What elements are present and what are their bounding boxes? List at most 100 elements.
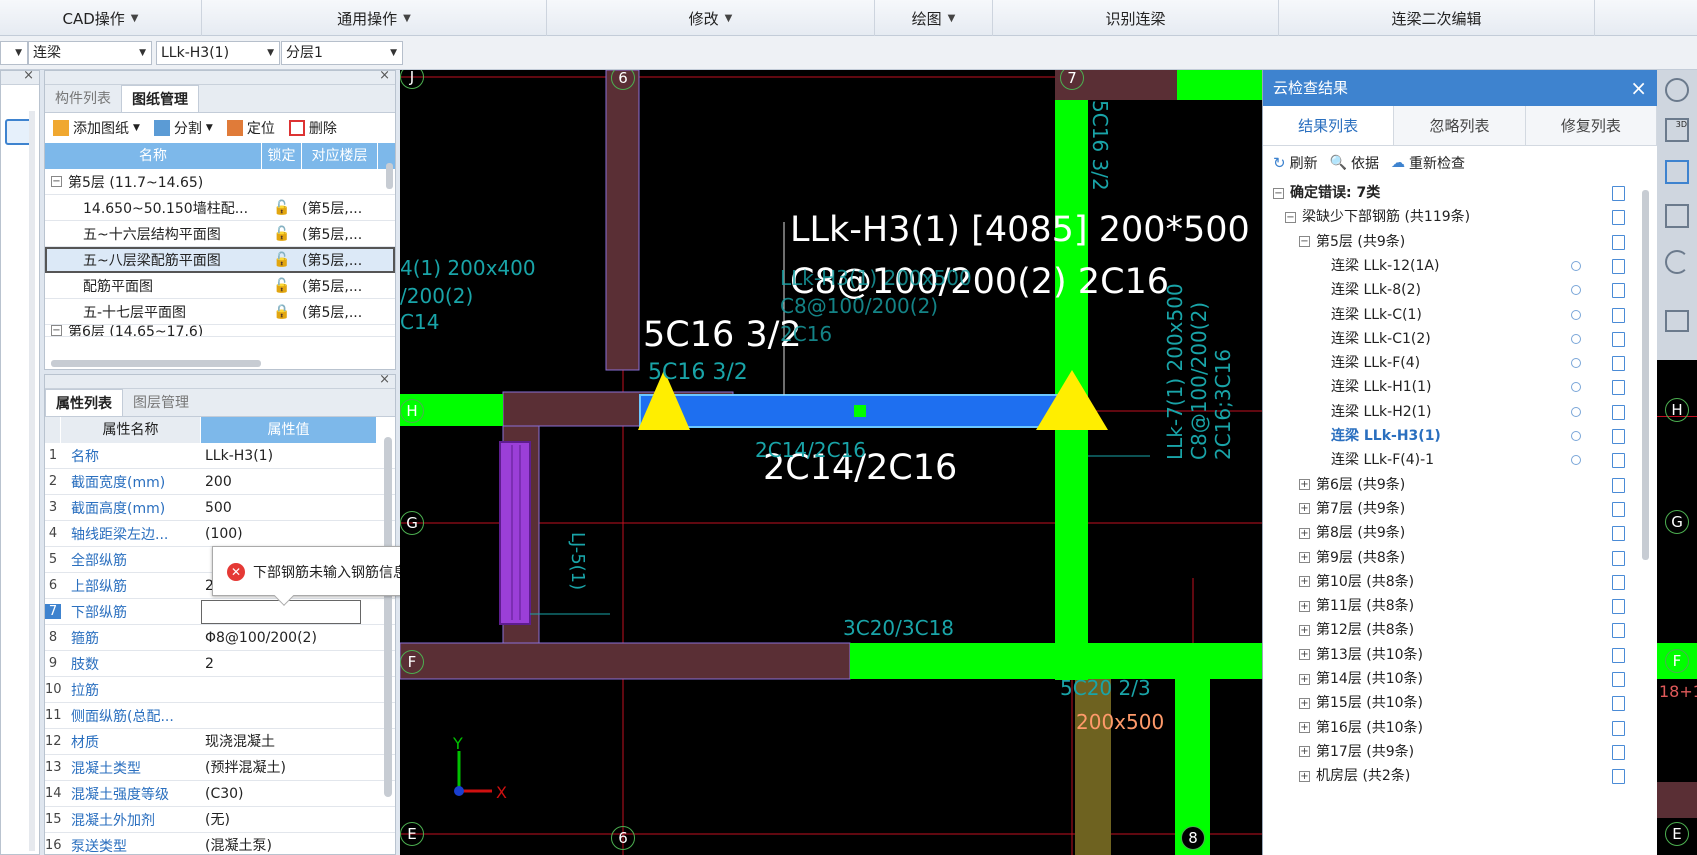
document-icon[interactable]	[1612, 599, 1625, 615]
property-value[interactable]: 200	[201, 470, 361, 494]
tree-floor[interactable]: + 机房层 (共2条)	[1263, 763, 1633, 789]
layer-select[interactable]: 分层1 ▼	[281, 41, 403, 65]
locate-icon[interactable]	[1571, 333, 1581, 344]
document-icon[interactable]	[1612, 404, 1625, 420]
property-value[interactable]: 现浇混凝土	[201, 730, 361, 754]
property-row[interactable]: 8 箍筋 Φ8@100/200(2)	[45, 625, 395, 651]
scrollbar[interactable]	[29, 111, 35, 851]
property-value[interactable]: (100)	[201, 522, 361, 546]
property-value[interactable]: 2	[201, 652, 361, 676]
floor-group-row[interactable]: − 第6层 (14.65~17.6)	[45, 325, 395, 337]
document-icon[interactable]	[1612, 258, 1625, 274]
collapse-icon[interactable]: −	[51, 325, 62, 336]
property-value[interactable]	[201, 704, 361, 728]
locate-icon[interactable]	[1571, 431, 1581, 441]
document-icon[interactable]	[1612, 453, 1625, 469]
horizontal-scrollbar[interactable]	[51, 360, 261, 367]
collapse-icon[interactable]: −	[51, 176, 62, 187]
tree-floor[interactable]: + 第9层 (共8条)	[1263, 545, 1633, 571]
tree-floor[interactable]: + 第11层 (共8条)	[1263, 593, 1633, 619]
refresh-button[interactable]: ↻ 刷新	[1273, 153, 1318, 173]
document-icon[interactable]	[1612, 210, 1625, 226]
expand-icon[interactable]: +	[1299, 673, 1310, 685]
document-icon[interactable]	[1612, 744, 1625, 760]
general-operations-menu[interactable]: 通用操作 ▼	[202, 0, 547, 36]
vertical-scrollbar[interactable]	[386, 163, 393, 189]
box-view-icon[interactable]	[1665, 204, 1689, 228]
collapse-icon[interactable]: −	[1285, 211, 1296, 223]
cad-operations-menu[interactable]: CAD操作 ▼	[0, 0, 202, 36]
tree-item[interactable]: 连梁 LLk-F(4)	[1263, 350, 1633, 376]
tree-category[interactable]: − 梁缺少下部钢筋 (共119条)	[1263, 204, 1633, 230]
tree-floor[interactable]: + 第14层 (共10条)	[1263, 666, 1633, 692]
delete-button[interactable]: 删除	[288, 118, 337, 138]
document-icon[interactable]	[1612, 769, 1625, 785]
tree-root[interactable]: − 确定错误: 7类	[1263, 180, 1633, 206]
table-row[interactable]: 配筋平面图 🔓 (第5层,...	[45, 273, 395, 299]
expand-icon[interactable]: +	[1299, 722, 1310, 734]
basis-button[interactable]: 🔍 依据	[1330, 153, 1379, 173]
cad-canvas[interactable]: J H G F E 6 6 7 8 LLk-H3(1) [4085] 200*5…	[400, 70, 1262, 855]
expand-icon[interactable]: +	[1299, 527, 1310, 539]
add-drawing-button[interactable]: 添加图纸 ▼	[53, 118, 140, 138]
floor-select[interactable]: ▼	[0, 41, 28, 65]
document-icon[interactable]	[1612, 331, 1625, 347]
property-row[interactable]: 10 拉筋	[45, 677, 395, 703]
document-icon[interactable]	[1612, 526, 1625, 542]
property-row[interactable]: 15 混凝土外加剂 (无)	[45, 807, 395, 833]
locate-icon[interactable]	[1571, 285, 1581, 296]
property-value[interactable]: (C30)	[201, 782, 361, 806]
tree-floor[interactable]: − 第5层 (共9条)	[1263, 229, 1633, 255]
plan-view-icon[interactable]	[1665, 160, 1689, 184]
table-row[interactable]: 14.650~50.150墙柱配... 🔓 (第5层,...	[45, 195, 395, 221]
vertical-scrollbar[interactable]	[384, 437, 392, 797]
document-icon[interactable]	[1612, 234, 1625, 250]
document-icon[interactable]	[1612, 574, 1625, 590]
tree-floor[interactable]: + 第8层 (共9条)	[1263, 520, 1633, 546]
expand-icon[interactable]: +	[1299, 600, 1310, 612]
column-header[interactable]: 名称	[45, 143, 262, 169]
split-button[interactable]: 分割 ▼	[153, 118, 213, 138]
draw-menu[interactable]: 绘图 ▼	[875, 0, 993, 36]
tree-floor[interactable]: + 第6层 (共9条)	[1263, 472, 1633, 498]
expand-icon[interactable]: +	[1299, 697, 1310, 709]
tree-floor[interactable]: + 第10层 (共8条)	[1263, 569, 1633, 595]
recheck-button[interactable]: ☁ 重新检查	[1391, 153, 1465, 173]
close-icon[interactable]: ×	[23, 68, 34, 83]
document-icon[interactable]	[1612, 550, 1625, 566]
document-icon[interactable]	[1612, 307, 1625, 323]
collapse-icon[interactable]: −	[1273, 187, 1284, 199]
tab-property-list[interactable]: 属性列表	[45, 389, 123, 416]
property-value[interactable]: (混凝土泵)	[201, 834, 361, 855]
document-icon[interactable]	[1612, 672, 1625, 687]
unlock-icon[interactable]: 🔓	[262, 226, 302, 242]
column-header[interactable]: 对应楼层	[302, 143, 378, 169]
tab-drawing-management[interactable]: 图纸管理	[121, 85, 199, 112]
document-icon[interactable]	[1612, 429, 1625, 444]
expand-icon[interactable]: +	[1299, 503, 1310, 515]
locate-icon[interactable]	[1571, 309, 1581, 320]
property-row[interactable]: 3 截面高度(mm) 500	[45, 495, 395, 521]
tree-item[interactable]: 连梁 LLk-H2(1)	[1263, 399, 1633, 425]
property-value[interactable]: (无)	[201, 808, 361, 832]
close-icon[interactable]: ×	[379, 68, 390, 83]
component-type-select[interactable]: 连梁 ▼	[28, 41, 152, 65]
unlock-icon[interactable]: 🔓	[262, 252, 302, 268]
tree-floor[interactable]: + 第17层 (共9条)	[1263, 739, 1633, 765]
column-header[interactable]: 属性名称	[61, 417, 201, 443]
tree-item-selected[interactable]: 连梁 LLk-H3(1)	[1263, 423, 1633, 449]
property-row[interactable]: 13 混凝土类型 (预拌混凝土)	[45, 755, 395, 781]
table-row[interactable]: 五~十六层结构平面图 🔓 (第5层,...	[45, 221, 395, 247]
vertical-scrollbar[interactable]	[1642, 190, 1649, 560]
expand-icon[interactable]: +	[1299, 649, 1310, 661]
property-value[interactable]: 500	[201, 496, 361, 520]
property-row[interactable]: 7 下部纵筋	[45, 599, 395, 625]
tree-floor[interactable]: + 第13层 (共10条)	[1263, 642, 1633, 668]
locate-icon[interactable]	[1571, 382, 1581, 393]
property-value[interactable]: Φ8@100/200(2)	[201, 626, 361, 650]
property-row[interactable]: 14 混凝土强度等级 (C30)	[45, 781, 395, 807]
floor-group-row[interactable]: − 第5层 (11.7~14.65)	[45, 169, 395, 195]
tree-item[interactable]: 连梁 LLk-C1(2)	[1263, 326, 1633, 352]
property-row[interactable]: 1 名称 LLk-H3(1)	[45, 443, 395, 469]
expand-icon[interactable]: +	[1299, 576, 1310, 588]
